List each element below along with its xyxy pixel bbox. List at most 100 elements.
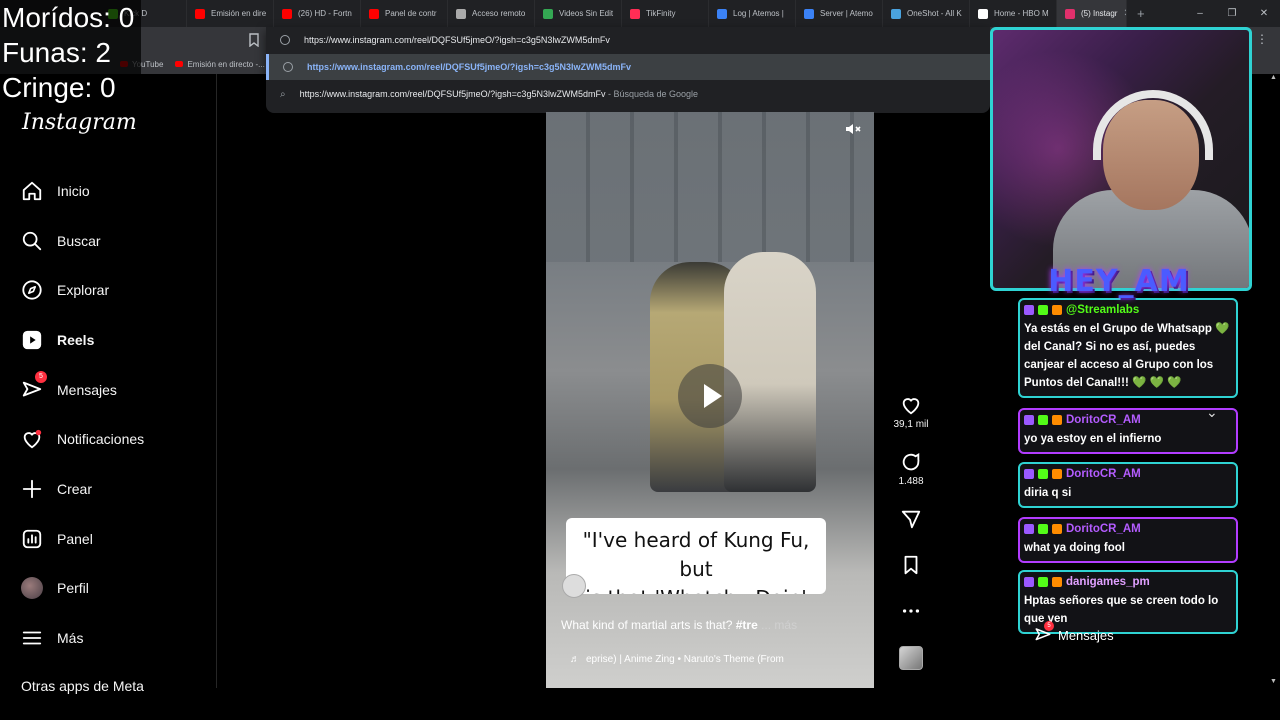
reel-username[interactable]: musicmfunreels [594,580,671,592]
browser-tab[interactable]: Log | Atemos | [709,0,796,27]
like-count: 39,1 mil [893,419,929,430]
chat-author: danigames_pm [1024,576,1232,588]
instagram-logo[interactable]: Instagram [22,110,137,135]
messages-badge: 5 [35,371,47,383]
sidebar-item-perfil[interactable]: Perfil [21,577,89,599]
maximize-button[interactable]: ❐ [1216,0,1248,27]
more-icon [902,609,920,613]
share-button[interactable] [893,508,929,533]
bookmark-icon[interactable] [248,33,260,47]
more-link[interactable]: ... más [761,618,797,632]
compass-icon [22,280,42,300]
scroll-up-icon[interactable]: ▲ [1270,74,1277,81]
chat-badge-icon [1038,305,1048,315]
browser-tab[interactable]: Videos Sin Edit [535,0,622,27]
tab-favicon-icon [195,8,205,19]
reel-description: What kind of martial arts is that? #tre … [561,618,798,632]
browser-tab[interactable]: (26) HD - Fortn [274,0,361,27]
browser-tab[interactable]: Emisión en dire [187,0,274,27]
browser-menu-icon[interactable]: ⋮ [1256,32,1268,46]
tab-favicon-icon [1065,8,1075,19]
scroll-down-icon[interactable]: ▼ [1270,678,1277,685]
messages-badge: 5 [1044,621,1054,631]
follow-button[interactable]: Seguir [691,580,723,592]
globe-icon [283,62,293,72]
search-icon: ⌕ [280,88,286,100]
counter-morideos: Morídos: 0 [2,2,135,33]
tab-favicon-icon [282,8,292,19]
heart-icon [902,398,920,415]
plus-icon [22,479,42,499]
minimize-button[interactable]: – [1184,0,1216,27]
dashboard-icon [22,529,42,549]
menu-icon [22,631,42,645]
close-window-button[interactable]: ✕ [1248,0,1280,27]
music-note-icon: ♬ [570,654,580,665]
save-button[interactable] [893,554,929,579]
tab-favicon-icon [456,8,466,19]
omnibox-suggestion-search[interactable]: ⌕ https://www.instagram.com/reel/DQFSUf5… [266,81,990,107]
counter-cringe: Cringe: 0 [2,72,116,103]
stream-banner: HEY_AM [1048,264,1190,299]
chat-badge-icon [1052,415,1062,425]
sidebar-item-reels[interactable]: Reels [21,329,94,351]
sidebar-item-notificaciones[interactable]: Notificaciones [21,428,144,450]
chat-author: DoritoCR_AM [1024,468,1232,480]
browser-tab[interactable]: Acceso remoto [448,0,535,27]
sidebar-item-explorar[interactable]: Explorar [21,279,109,301]
browser-tab[interactable]: Home - HBO M [970,0,1057,27]
sidebar-item-crear[interactable]: Crear [21,478,92,500]
hashtag-link[interactable]: #tre [736,618,758,632]
browser-tab[interactable]: TikFinity [622,0,709,27]
window-controls: – ❐ ✕ [1184,0,1280,27]
chat-badge-icon [1038,469,1048,479]
browser-tab[interactable]: Panel de contr [361,0,448,27]
comment-button[interactable]: 1.488 [893,451,929,487]
scrollbar[interactable]: ▲ ▼ [1270,74,1278,688]
comment-count: 1.488 [898,476,924,487]
sidebar-item-buscar[interactable]: Buscar [21,230,101,252]
tab-favicon-icon [543,8,553,19]
chat-author: @Streamlabs [1024,304,1232,316]
chat-text: diria q si [1024,487,1072,499]
omnibox-dropdown: https://www.instagram.com/reel/DQFSUf5jm… [266,27,990,113]
more-options-button[interactable] [893,600,929,625]
reel-video[interactable]: "I've heard of Kung Fu, but is that 'Wha… [546,112,874,688]
messages-bubble[interactable]: 5 Mensajes [1034,621,1114,644]
browser-tab[interactable]: OneShot - All K [883,0,970,27]
chat-badge-icon [1024,577,1034,587]
omnibox-input[interactable]: https://www.instagram.com/reel/DQFSUf5jm… [266,27,990,53]
chat-badge-icon [1038,415,1048,425]
chat-message: DoritoCR_AM yo ya estoy en el infierno [1018,408,1238,454]
audio-thumbnail[interactable] [899,646,923,670]
chat-badge-icon [1024,415,1034,425]
tab-favicon-icon [717,8,727,19]
mute-icon[interactable] [844,120,862,138]
omnibox-suggestion-url[interactable]: https://www.instagram.com/reel/DQFSUf5jm… [266,54,990,80]
browser-tab[interactable]: Server | Atemo [796,0,883,27]
webcam-overlay [990,27,1252,291]
reel-audio[interactable]: ♬ eprise) | Anime Zing • Naruto's Theme … [570,654,784,665]
like-button[interactable]: 39,1 mil [893,394,929,430]
home-icon [22,181,42,201]
sidebar-item-panel[interactable]: Panel [21,528,93,550]
browser-tab[interactable]: (5) Instagr✕ [1057,0,1127,27]
chat-badge-icon [1052,577,1062,587]
bookmark-emision[interactable]: Emisión en directo -... [175,60,265,69]
reel-author[interactable]: musicmfunreels • Seguir [562,574,723,598]
avatar [21,577,43,599]
tab-favicon-icon [630,8,640,19]
chat-message: DoritoCR_AMdiria q si [1018,462,1238,508]
new-tab-button[interactable]: + [1127,6,1155,21]
avatar [562,574,586,598]
play-button[interactable] [678,364,742,428]
chevron-down-icon[interactable]: ⌄ [1206,404,1224,422]
sidebar-item-mensajes[interactable]: 5 Mensajes [21,371,117,401]
heart-icon [23,429,42,449]
sidebar-item-mas[interactable]: Más [21,627,83,649]
sidebar-item-other-meta-apps[interactable]: Otras apps de Meta [21,678,144,694]
chat-badge-icon [1052,469,1062,479]
sidebar-item-inicio[interactable]: Inicio [21,180,90,202]
chat-author: DoritoCR_AM [1024,414,1232,426]
globe-icon [280,35,290,45]
